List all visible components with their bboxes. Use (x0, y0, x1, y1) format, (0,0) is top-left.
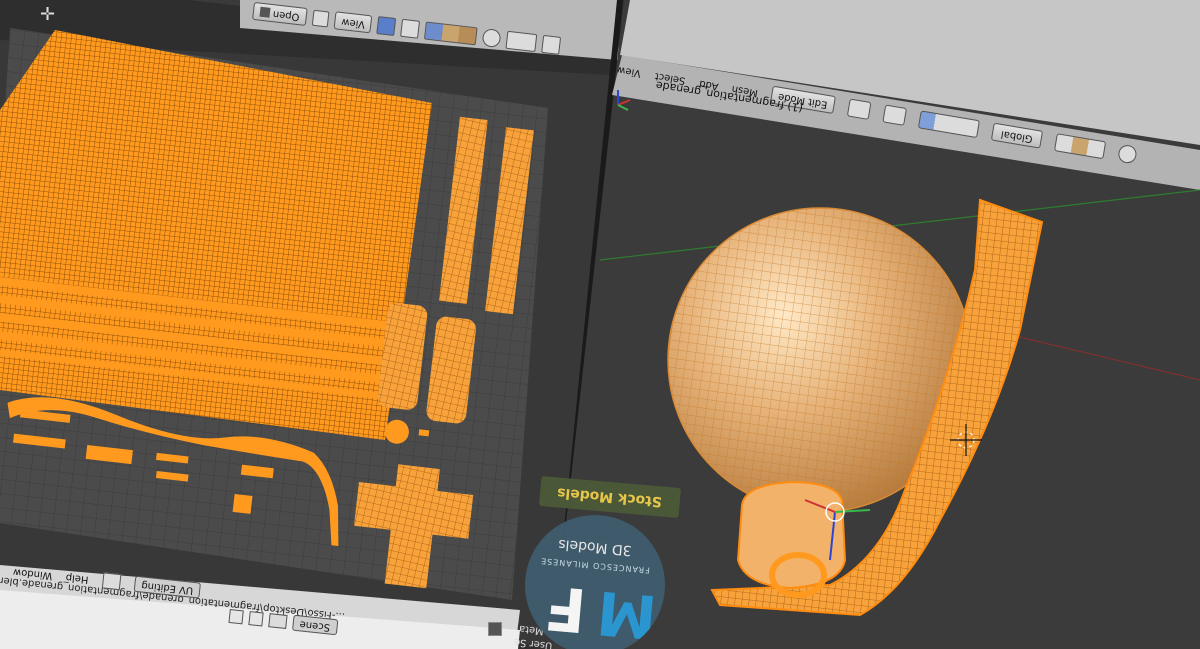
scene-icon (268, 613, 288, 629)
snap-icon-3d[interactable] (1117, 143, 1138, 165)
pin-icon[interactable] (376, 16, 397, 37)
watermark-initial-m: M (594, 576, 660, 649)
watermark-initial-f: F (542, 571, 589, 645)
proportional-icon[interactable] (482, 28, 502, 49)
select-mode-icons[interactable] (1053, 133, 1107, 160)
manipulator-icons[interactable] (917, 110, 981, 139)
open-button[interactable]: Open (252, 1, 308, 26)
remove-layout-icon[interactable] (248, 611, 264, 627)
grenade-neck (736, 480, 847, 590)
view-menu[interactable]: View (333, 11, 373, 34)
uv-cursor-icon: ✛ (40, 4, 56, 25)
shading-icon[interactable] (846, 98, 872, 120)
area-split-icon[interactable] (488, 622, 502, 636)
view-menu-3d[interactable]: View (617, 63, 642, 78)
screen-layout-icon[interactable] (102, 572, 122, 591)
pivot-icon[interactable] (882, 104, 908, 126)
image-browse-icon[interactable] (311, 9, 330, 28)
mode-select-icons[interactable] (424, 21, 479, 46)
snap-icon[interactable] (505, 30, 538, 53)
screenshot-stage: Open View View Select Add Mesh Edit Mode… (0, 0, 1200, 649)
add-layout-icon[interactable] (228, 608, 244, 625)
window-menu[interactable]: Window (13, 565, 53, 580)
watermark-logo: 3D Models FRANCESCO MILANESE F M (525, 515, 665, 649)
uv-sync-icon[interactable] (400, 18, 421, 39)
layer-icon[interactable] (541, 34, 562, 55)
image-icon (259, 6, 271, 18)
help-menu[interactable]: Help (66, 571, 90, 584)
orientation-dropdown[interactable]: Global (990, 122, 1044, 149)
